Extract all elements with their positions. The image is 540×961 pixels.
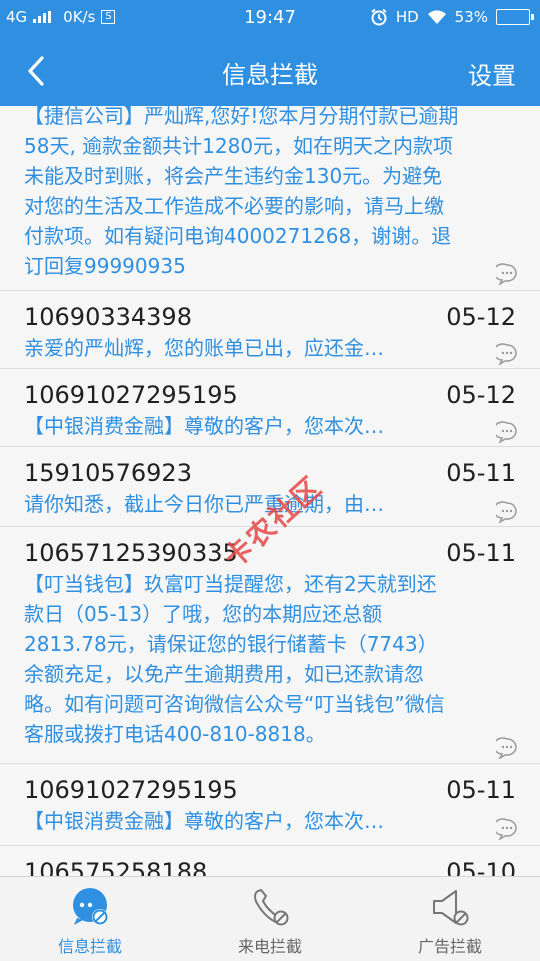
message-item[interactable]: 10657125390335 05-11 【叮当钱包】玖富叮当提醒您，还有2天就…: [0, 527, 540, 764]
nav-bar: 信息拦截 设置: [0, 36, 540, 106]
message-item[interactable]: 15910576923 05-11 请你知悉，截止今日你已严重逾期，由…: [0, 447, 540, 527]
tab-label: 广告拦截: [417, 937, 482, 956]
message-item[interactable]: 10691027295195 05-11 【中银消费金融】尊敬的客户，您本次…: [0, 764, 540, 846]
message-bubble-icon: [496, 818, 517, 840]
sender-number: 10657125390335: [24, 539, 238, 567]
message-bubble-icon: [496, 263, 517, 285]
tab-call-block[interactable]: 来电拦截: [180, 877, 360, 961]
message-date: 05-12: [446, 381, 516, 409]
message-date: 05-12: [446, 303, 516, 331]
battery-icon: [496, 9, 534, 25]
message-body: 【捷信公司】严灿辉,您好!您本月分期付款已逾期58天, 逾款金额共计1280元，…: [24, 106, 459, 278]
message-date: 05-10: [446, 858, 516, 876]
wifi-icon: [427, 10, 446, 24]
sender-number: 10690334398: [24, 303, 192, 331]
tab-ad-block[interactable]: 广告拦截: [360, 877, 540, 961]
message-date: 05-11: [446, 459, 516, 487]
message-item[interactable]: 10691027295195 05-12 【中银消费金融】尊敬的客户，您本次…: [0, 369, 540, 447]
message-block-icon: [73, 888, 108, 925]
page-title: 信息拦截: [222, 61, 318, 89]
message-preview: 【中银消费金融】尊敬的客户，您本次…: [24, 414, 384, 438]
message-preview: 请你知悉，截止今日你已严重逾期，由…: [24, 492, 384, 516]
message-bubble-icon: [496, 501, 517, 523]
message-preview: 【中银消费金融】尊敬的客户，您本次…: [24, 809, 384, 833]
hd-label: HD: [395, 8, 419, 26]
sender-number: 15910576923: [24, 459, 192, 487]
ad-block-icon: [433, 890, 469, 926]
settings-button[interactable]: 设置: [468, 56, 516, 91]
battery-percent: 53%: [454, 8, 488, 26]
message-bubble-icon: [496, 421, 517, 443]
bottom-tab-bar: 信息拦截 来电拦截 广告拦截: [0, 876, 540, 961]
message-date: 05-11: [446, 539, 516, 567]
status-bar: 4G 0K/s S 19:47 HD 53%: [0, 0, 540, 36]
message-item[interactable]: 106575258188 05-10: [0, 846, 540, 876]
tab-label: 信息拦截: [57, 937, 122, 956]
message-date: 05-11: [446, 776, 516, 804]
message-body: 【叮当钱包】玖富叮当提醒您，还有2天就到还款日（05-13）了哦，您的本期应还总…: [24, 572, 445, 746]
sender-number: 10691027295195: [24, 381, 238, 409]
tab-message-block[interactable]: 信息拦截: [0, 877, 180, 961]
phone-block-icon: [254, 888, 289, 926]
sender-number: 10691027295195: [24, 776, 238, 804]
message-bubble-icon: [496, 737, 517, 759]
message-item[interactable]: 10690334398 05-12 亲爱的严灿辉，您的账单已出，应还金…: [0, 291, 540, 369]
message-list[interactable]: 【捷信公司】严灿辉,您好!您本月分期付款已逾期58天, 逾款金额共计1280元，…: [0, 106, 540, 876]
status-right: HD 53%: [370, 8, 534, 26]
tab-label: 来电拦截: [237, 937, 302, 956]
message-item[interactable]: 【捷信公司】严灿辉,您好!您本月分期付款已逾期58天, 逾款金额共计1280元，…: [0, 106, 540, 291]
sender-number: 106575258188: [24, 858, 208, 876]
message-bubble-icon: [496, 343, 517, 365]
alarm-icon: [371, 8, 387, 26]
message-preview: 亲爱的严灿辉，您的账单已出，应还金…: [24, 336, 384, 360]
